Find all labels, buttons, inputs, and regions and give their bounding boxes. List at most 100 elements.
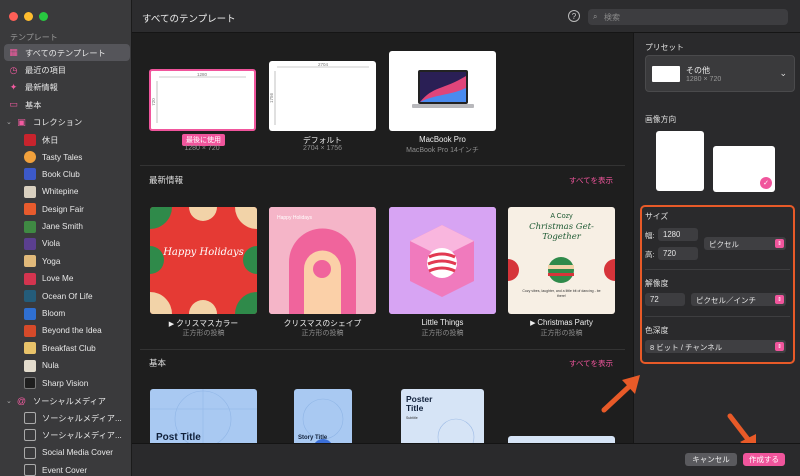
template-card-blank[interactable] bbox=[508, 436, 615, 443]
sidebar-item-all-templates[interactable]: ▦ すべてのテンプレート bbox=[4, 44, 130, 62]
sidebar-item-label: 休日 bbox=[42, 135, 59, 145]
breakfast-club-thumbnail-icon bbox=[24, 342, 36, 355]
window-title: すべてのテンプレート bbox=[142, 14, 236, 25]
book-club-thumbnail-icon bbox=[24, 168, 36, 181]
show-all-news-link[interactable]: すべてを表示 bbox=[569, 175, 613, 186]
template-card-christmas-color[interactable]: Happy Holidays bbox=[150, 207, 257, 314]
landscape-orientation-option[interactable]: ✓ bbox=[713, 146, 775, 192]
sidebar-item-holiday[interactable]: 休日 bbox=[4, 131, 130, 148]
bloom-thumbnail-icon bbox=[24, 307, 36, 320]
template-card-little-things[interactable] bbox=[389, 207, 496, 314]
sidebar-item-recent[interactable]: ◷ 最近の項目 bbox=[4, 61, 130, 78]
christmas-shapes-artwork bbox=[269, 207, 376, 314]
sidebar-item-social-media-2[interactable]: ソーシャルメディア... bbox=[4, 427, 130, 444]
sidebar-item-label: Viola bbox=[42, 239, 61, 249]
sidebar-item-book-club[interactable]: Book Club bbox=[4, 166, 130, 183]
template-type: 正方形の投稿 bbox=[182, 330, 225, 337]
document-icon bbox=[24, 411, 36, 424]
template-card-default[interactable]: 2704 1756 bbox=[269, 61, 376, 131]
template-card-story-title[interactable]: Story Title bbox=[294, 389, 352, 443]
sidebar-item-ocean-of-life[interactable]: Ocean Of Life bbox=[4, 287, 130, 304]
sidebar-list: ▦ すべてのテンプレート ◷ 最近の項目 ✦ 最新情報 ▭ 基本 ⌄ ▣ コレクション 休日… bbox=[4, 44, 130, 476]
sidebar-item-label: Bloom bbox=[42, 309, 66, 319]
viola-thumbnail-icon bbox=[24, 237, 36, 250]
sidebar-item-event-cover[interactable]: Event Cover bbox=[4, 461, 130, 476]
sidebar-item-label: Sharp Vision bbox=[42, 378, 89, 388]
width-dimension-label: 2704 bbox=[318, 62, 329, 67]
sidebar-item-collection[interactable]: ⌄ ▣ コレクション bbox=[4, 114, 130, 131]
cancel-button[interactable]: キャンセル bbox=[685, 453, 737, 466]
checkmark-icon: ✓ bbox=[760, 177, 772, 189]
sidebar-item-social-media-1[interactable]: ソーシャルメディア... bbox=[4, 409, 130, 426]
sidebar-item-whats-new[interactable]: ✦ 最新情報 bbox=[4, 79, 130, 96]
whitepine-thumbnail-icon bbox=[24, 185, 36, 198]
template-card-macbook-pro[interactable] bbox=[389, 51, 496, 131]
christmas-pattern-artwork bbox=[150, 207, 257, 314]
main-area: すべてのテンプレート ? 1280 720 最後に使用 1280 × 720 2… bbox=[132, 0, 633, 476]
sidebar-item-yoga[interactable]: Yoga bbox=[4, 253, 130, 270]
sidebar-item-social-media-cover[interactable]: Social Media Cover bbox=[4, 444, 130, 461]
chevron-down-icon[interactable]: ⌄ bbox=[6, 118, 14, 126]
template-card-christmas-shapes[interactable]: Happy Holidays bbox=[269, 207, 376, 314]
show-all-basic-link[interactable]: すべてを表示 bbox=[569, 358, 613, 369]
sidebar-item-label: Yoga bbox=[42, 256, 61, 266]
sidebar-item-beyond-the-idea[interactable]: Beyond the Idea bbox=[4, 322, 130, 339]
search-placeholder: 検索 bbox=[604, 13, 620, 22]
sidebar-item-social-media[interactable]: ⌄ @ ソーシャルメディア bbox=[4, 392, 130, 409]
beyond-the-idea-thumbnail-icon bbox=[24, 324, 36, 337]
template-type: 正方形の投稿 bbox=[301, 330, 344, 337]
clock-icon: ◷ bbox=[9, 64, 18, 75]
sidebar-item-basic[interactable]: ▭ 基本 bbox=[4, 96, 130, 113]
template-title: ▶ Christmas Party bbox=[530, 318, 593, 327]
sparkle-icon: ✦ bbox=[9, 81, 18, 92]
sidebar-item-label: Book Club bbox=[42, 169, 80, 179]
help-icon[interactable]: ? bbox=[568, 10, 580, 22]
love-me-thumbnail-icon bbox=[24, 272, 36, 285]
document-icon bbox=[24, 429, 36, 442]
section-title-news: 最新情報 bbox=[149, 175, 184, 185]
card-artwork-text: Happy Holidays bbox=[277, 215, 313, 221]
template-card-christmas-party[interactable]: A Cozy Christmas Get-Together Cozy vibes… bbox=[508, 207, 615, 314]
template-type: 正方形の投稿 bbox=[421, 330, 464, 337]
sidebar-item-jane-smith[interactable]: Jane Smith bbox=[4, 218, 130, 235]
nula-thumbnail-icon bbox=[24, 359, 36, 372]
laptop-icon bbox=[411, 70, 474, 108]
template-card-last-used[interactable]: 1280 720 bbox=[149, 69, 256, 131]
sidebar-item-label: Tasty Tales bbox=[42, 152, 83, 162]
title-bar: すべてのテンプレート ? bbox=[132, 0, 633, 33]
preset-thumbnail-icon bbox=[652, 66, 680, 82]
card-artwork-text: Post Title bbox=[156, 432, 201, 443]
sidebar-item-bloom[interactable]: Bloom bbox=[4, 305, 130, 322]
sidebar-item-love-me[interactable]: Love Me bbox=[4, 270, 130, 287]
sidebar-item-nula[interactable]: Nula bbox=[4, 357, 130, 374]
sidebar-item-design-fair[interactable]: Design Fair bbox=[4, 201, 130, 218]
preset-select[interactable]: その他 1280 × 720 ⌄ bbox=[645, 55, 795, 92]
sidebar-item-label: Jane Smith bbox=[42, 222, 83, 232]
sidebar-item-label: Social Media Cover bbox=[42, 448, 113, 458]
template-size: 1280 × 720 bbox=[184, 145, 220, 152]
sidebar-item-tasty-tales[interactable]: Tasty Tales bbox=[4, 148, 130, 165]
zoom-window-button[interactable] bbox=[39, 12, 48, 21]
section-divider bbox=[140, 349, 625, 350]
sidebar-item-sharp-vision[interactable]: Sharp Vision bbox=[4, 374, 130, 391]
template-card-post-title[interactable]: Post Title bbox=[150, 389, 257, 443]
sidebar-item-label: Event Cover bbox=[42, 465, 88, 475]
sidebar-item-whitepine[interactable]: Whitepine bbox=[4, 183, 130, 200]
sidebar-item-breakfast-club[interactable]: Breakfast Club bbox=[4, 340, 130, 357]
create-button[interactable]: 作成する bbox=[743, 453, 785, 466]
sidebar-item-label: 最近の項目 bbox=[25, 66, 66, 76]
card-artwork-text: Happy Holidays bbox=[163, 247, 244, 258]
template-card-poster-title[interactable]: Poster Title Subtitle bbox=[401, 389, 484, 443]
portrait-orientation-option[interactable] bbox=[656, 131, 704, 191]
ocean-of-life-thumbnail-icon bbox=[24, 290, 36, 303]
chevron-down-icon: ⌄ bbox=[779, 68, 787, 78]
minimize-window-button[interactable] bbox=[24, 12, 33, 21]
annotation-arrow-icon bbox=[601, 375, 640, 413]
sidebar: テンプレート ▦ すべてのテンプレート ◷ 最近の項目 ✦ 最新情報 ▭ 基本 ⌄ ▣ コレ… bbox=[0, 0, 132, 476]
sidebar-item-viola[interactable]: Viola bbox=[4, 235, 130, 252]
sidebar-item-label: 最新情報 bbox=[25, 83, 58, 93]
search-field[interactable]: ⌕ 検索 bbox=[588, 9, 788, 25]
close-window-button[interactable] bbox=[9, 12, 18, 21]
chevron-down-icon[interactable]: ⌄ bbox=[6, 397, 14, 405]
card-artwork-text: Poster Title bbox=[406, 394, 433, 413]
